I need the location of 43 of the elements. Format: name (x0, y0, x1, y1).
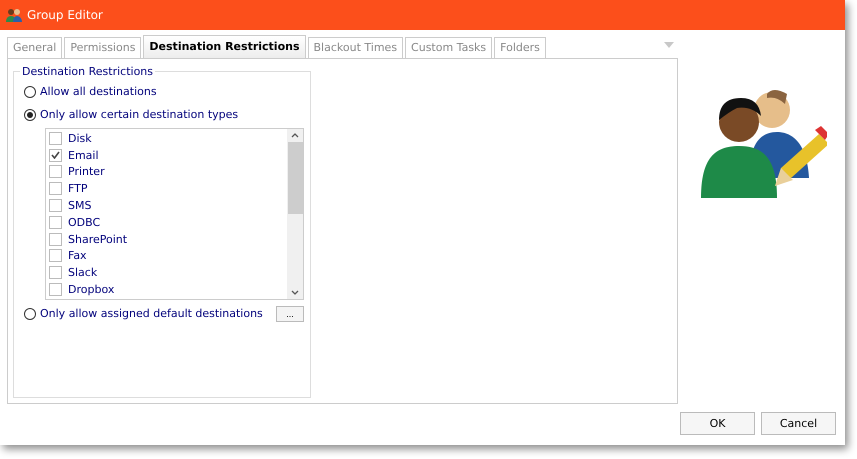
checkbox-label[interactable]: Fax (68, 249, 87, 262)
radio-button[interactable] (24, 108, 36, 120)
checkbox[interactable] (49, 283, 62, 296)
checkbox[interactable] (49, 148, 62, 162)
checkbox-label[interactable]: Email (68, 148, 99, 162)
checkbox-label[interactable]: Slack (68, 266, 98, 280)
checkbox-label[interactable]: FTP (68, 182, 88, 196)
checkbox[interactable] (49, 216, 62, 229)
radio-label[interactable]: Only allow certain destination types (40, 108, 238, 121)
radio-label[interactable]: Allow all destinations (40, 85, 157, 98)
group-title: Destination Restrictions (21, 65, 154, 78)
checkbox[interactable] (49, 182, 62, 196)
tab[interactable]: General (7, 37, 62, 58)
tab[interactable]: Destination Restrictions (143, 35, 306, 58)
browse-button[interactable]: ... (276, 306, 304, 322)
checkbox-label[interactable]: SMS (68, 199, 92, 212)
checkbox[interactable] (49, 165, 62, 178)
checkbox[interactable] (49, 132, 62, 145)
checkbox[interactable] (49, 266, 62, 280)
checkbox[interactable] (49, 249, 62, 262)
tab[interactable]: Custom Tasks (405, 37, 492, 58)
dropdown-arrow-icon[interactable] (664, 42, 674, 48)
scrollbar-thumb[interactable] (288, 142, 302, 214)
tab[interactable]: Permissions (64, 37, 142, 58)
checkbox-label[interactable]: Printer (68, 165, 105, 178)
tab[interactable]: Blackout Times (308, 37, 404, 58)
radio-button[interactable] (24, 308, 36, 320)
checkbox-label[interactable]: SharePoint (68, 232, 128, 246)
scrollbar[interactable] (287, 129, 303, 299)
users-icon (6, 7, 22, 23)
tab[interactable]: Folders (494, 37, 546, 58)
scroll-up-icon[interactable] (291, 133, 299, 138)
checkbox-label[interactable]: ODBC (68, 216, 100, 229)
dialog-button[interactable]: OK (680, 412, 755, 435)
checkbox-label[interactable]: Disk (68, 132, 92, 145)
radio-button[interactable] (24, 86, 36, 98)
checkbox[interactable] (49, 232, 62, 246)
checkbox[interactable] (49, 199, 62, 212)
checkbox-label[interactable]: Dropbox (68, 283, 114, 296)
radio-label[interactable]: Only allow assigned default destinations (40, 307, 263, 320)
scroll-down-icon[interactable] (291, 290, 299, 295)
dialog-button[interactable]: Cancel (761, 412, 836, 435)
window-title: Group Editor (27, 8, 103, 22)
